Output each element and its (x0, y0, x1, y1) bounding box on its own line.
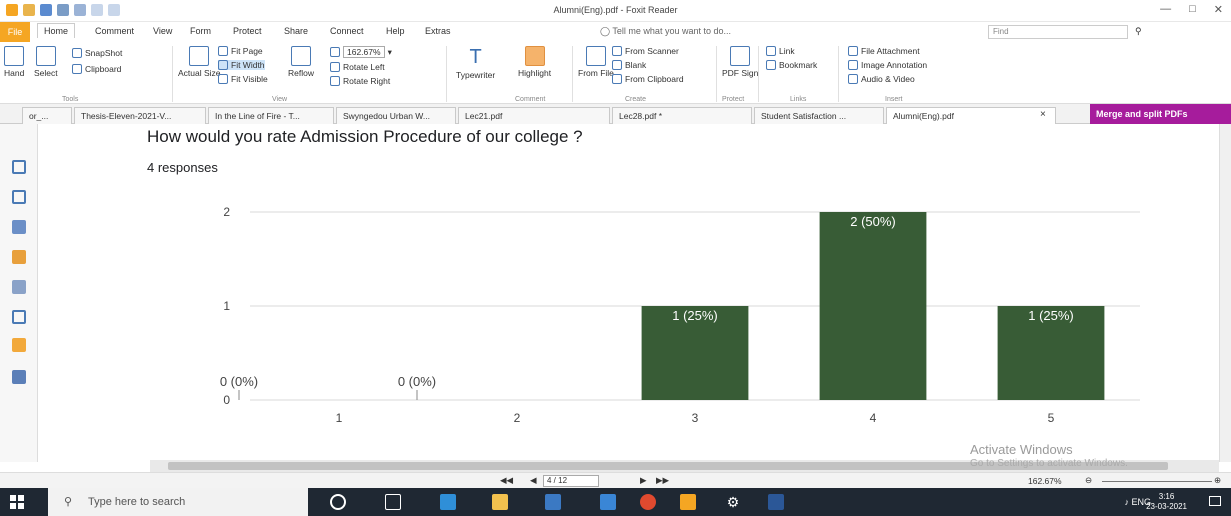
first-page-icon[interactable]: ◀◀ (500, 475, 513, 486)
x-tick-label: 4 (870, 411, 877, 425)
store-icon[interactable] (545, 494, 561, 510)
notifications-icon[interactable] (1209, 496, 1221, 506)
edge-icon[interactable] (440, 494, 456, 510)
zoom-level: 162.67% (1028, 476, 1062, 486)
x-tick-label: 5 (1048, 411, 1055, 425)
x-tick-label: 2 (514, 411, 521, 425)
bar (819, 212, 927, 400)
activation-watermark: Activate Windows (970, 442, 1073, 457)
search-icon: ⚲ (64, 496, 73, 508)
zoom-out-icon[interactable]: ⊖ (1085, 475, 1092, 486)
zoom-slider[interactable] (1102, 481, 1212, 482)
word-icon[interactable] (768, 494, 784, 510)
y-tick-label: 1 (223, 299, 230, 313)
data-label: 0 (0%) (398, 374, 436, 389)
clock[interactable]: 3:16 23-03-2021 (1146, 492, 1187, 512)
data-label: 1 (25%) (1028, 308, 1074, 323)
x-tick-label: 1 (336, 411, 343, 425)
prev-page-icon[interactable]: ◀ (530, 475, 537, 486)
volume-icon: ♪ (1124, 497, 1129, 507)
windows-start-icon[interactable] (10, 495, 24, 509)
last-page-icon[interactable]: ▶▶ (656, 475, 669, 486)
y-tick-label: 2 (223, 205, 230, 219)
data-label: 2 (50%) (850, 214, 896, 229)
chrome-icon[interactable] (640, 494, 656, 510)
taskbar: ⚲ Type here to search ⚙ ♪ ENG 3:16 23-03-… (0, 488, 1231, 516)
cortana-icon[interactable] (330, 494, 346, 510)
next-page-icon[interactable]: ▶ (640, 475, 647, 486)
clock-time: 3:16 (1158, 492, 1175, 501)
bar-chart: 0 1 2 0 (0%) 1 0 (0%) 2 1 (25%) 3 2 (50%) 4 1 (25%)… (220, 205, 1140, 425)
taskbar-search[interactable]: ⚲ Type here to search (48, 488, 308, 516)
status-bar: ◀◀ ◀ 4 / 12 ▶ ▶▶ 162.67% ⊖ ⊕ (0, 472, 1231, 488)
x-tick-label: 3 (692, 411, 699, 425)
mail-icon[interactable] (600, 494, 616, 510)
zoom-in-icon[interactable]: ⊕ (1214, 475, 1221, 486)
foxit-icon[interactable] (680, 494, 696, 510)
file-explorer-icon[interactable] (492, 494, 508, 510)
task-view-icon[interactable] (385, 494, 401, 510)
vertical-scrollbar[interactable] (1219, 124, 1231, 462)
taskbar-search-placeholder: Type here to search (88, 496, 186, 508)
clock-date: 23-03-2021 (1146, 502, 1187, 511)
page-number-input[interactable]: 4 / 12 (543, 475, 599, 487)
data-label: 0 (0%) (220, 374, 258, 389)
activation-watermark-sub: Go to Settings to activate Windows. (970, 458, 1128, 469)
settings-icon[interactable]: ⚙ (725, 494, 741, 510)
data-label: 1 (25%) (672, 308, 718, 323)
y-tick-label: 0 (223, 393, 230, 407)
